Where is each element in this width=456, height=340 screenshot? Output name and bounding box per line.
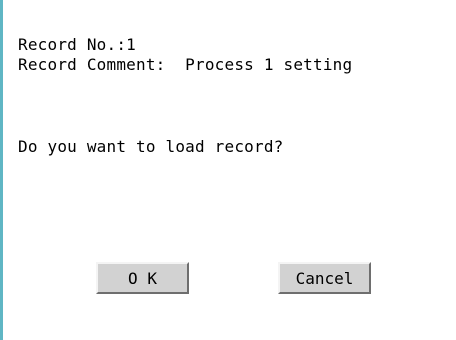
load-confirm-prompt: Do you want to load record? [18, 137, 284, 156]
cancel-button[interactable]: Cancel [278, 262, 371, 294]
load-record-dialog: Record No.:1 Record Comment: Process 1 s… [0, 0, 456, 340]
record-comment-label: Record Comment: Process 1 setting [18, 55, 353, 74]
dialog-left-border [0, 0, 3, 340]
ok-button[interactable]: O K [96, 262, 189, 294]
record-number-label: Record No.:1 [18, 35, 136, 54]
